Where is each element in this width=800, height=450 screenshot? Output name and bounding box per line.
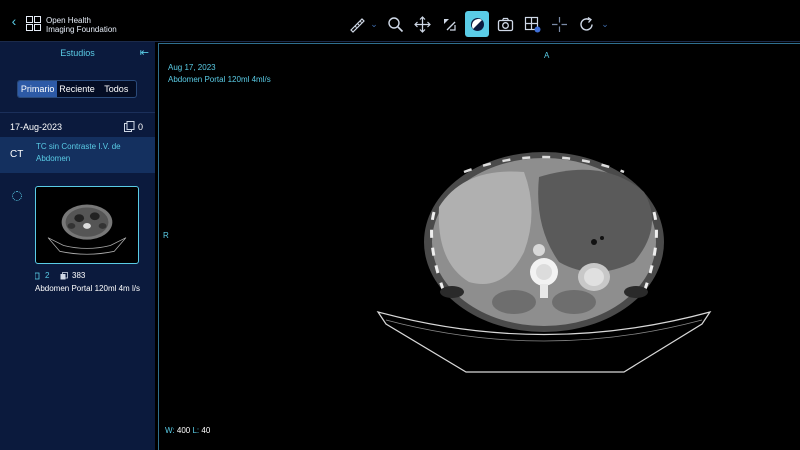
orientation-marker-left: R	[163, 231, 169, 240]
brand-name: Open Health Imaging Foundation	[46, 16, 117, 34]
collapse-sidebar-icon[interactable]: ⇤	[140, 46, 149, 59]
measure-ruler-icon[interactable]	[344, 11, 368, 37]
brand-line-2: Imaging Foundation	[46, 25, 117, 34]
overlay-series-description: Abdomen Portal 120ml 4ml/s	[168, 75, 271, 84]
crosshair-icon[interactable]	[547, 11, 571, 37]
window-level-icon[interactable]	[437, 11, 461, 37]
top-toolbar: ‹ Open Health Imaging Foundation ⌄ ⌄	[0, 0, 800, 42]
back-chevron-icon[interactable]: ‹	[6, 13, 22, 29]
level-value: 40	[201, 426, 211, 435]
brand-line-1: Open Health	[46, 16, 91, 25]
instance-count: 383	[72, 271, 86, 280]
rotate-icon[interactable]	[574, 11, 598, 37]
layout-grid-icon[interactable]	[520, 11, 544, 37]
window-label: W:	[165, 426, 175, 435]
ohif-logo-icon	[26, 16, 41, 31]
window-value: 400	[176, 426, 191, 435]
zoom-icon[interactable]	[383, 11, 407, 37]
loading-spinner-icon	[12, 191, 22, 201]
divider	[0, 112, 155, 113]
series-thumbnail[interactable]	[35, 186, 139, 264]
series-description: Abdomen Portal 120ml 4m l/s	[35, 284, 140, 293]
capture-camera-icon[interactable]	[493, 11, 517, 37]
image-viewport[interactable]: Aug 17, 2023 Abdomen Portal 120ml 4ml/s …	[158, 43, 800, 450]
study-description: TC sin Contraste I.V. de Abdomen	[36, 142, 121, 163]
copy-instances-icon	[124, 121, 135, 132]
orientation-marker-top: A	[544, 51, 550, 60]
pan-icon[interactable]	[410, 11, 434, 37]
measure-dropdown-chevron-icon[interactable]: ⌄	[369, 11, 379, 37]
studies-sidebar: Estudios ⇤ Primario Reciente Todos 17-Au…	[0, 42, 155, 450]
study-filter-tabs: Primario Reciente Todos	[17, 80, 137, 98]
sidebar-title: Estudios	[60, 48, 95, 58]
overlay-study-date: Aug 17, 2023	[168, 63, 216, 72]
level-label: L:	[192, 426, 200, 435]
instances-stack-icon	[60, 272, 68, 280]
study-count: 0	[138, 122, 144, 132]
ct-axial-image	[376, 152, 712, 373]
modality-label: CT	[10, 149, 24, 160]
tab-primario[interactable]: Primario	[18, 81, 58, 97]
series-stack-icon	[35, 272, 40, 280]
tab-reciente[interactable]: Reciente	[57, 81, 96, 97]
study-row[interactable]: CT TC sin Contraste I.V. de Abdomen	[0, 137, 155, 173]
thumbnail-ct-image	[47, 204, 127, 255]
rotate-dropdown-chevron-icon[interactable]: ⌄	[600, 11, 610, 37]
contrast-icon[interactable]	[465, 11, 489, 37]
series-number: 2	[45, 271, 50, 280]
tab-todos[interactable]: Todos	[97, 81, 136, 97]
window-level-readout: W: 400 L: 40	[165, 426, 210, 435]
study-date: 17-Aug-2023	[10, 122, 63, 132]
